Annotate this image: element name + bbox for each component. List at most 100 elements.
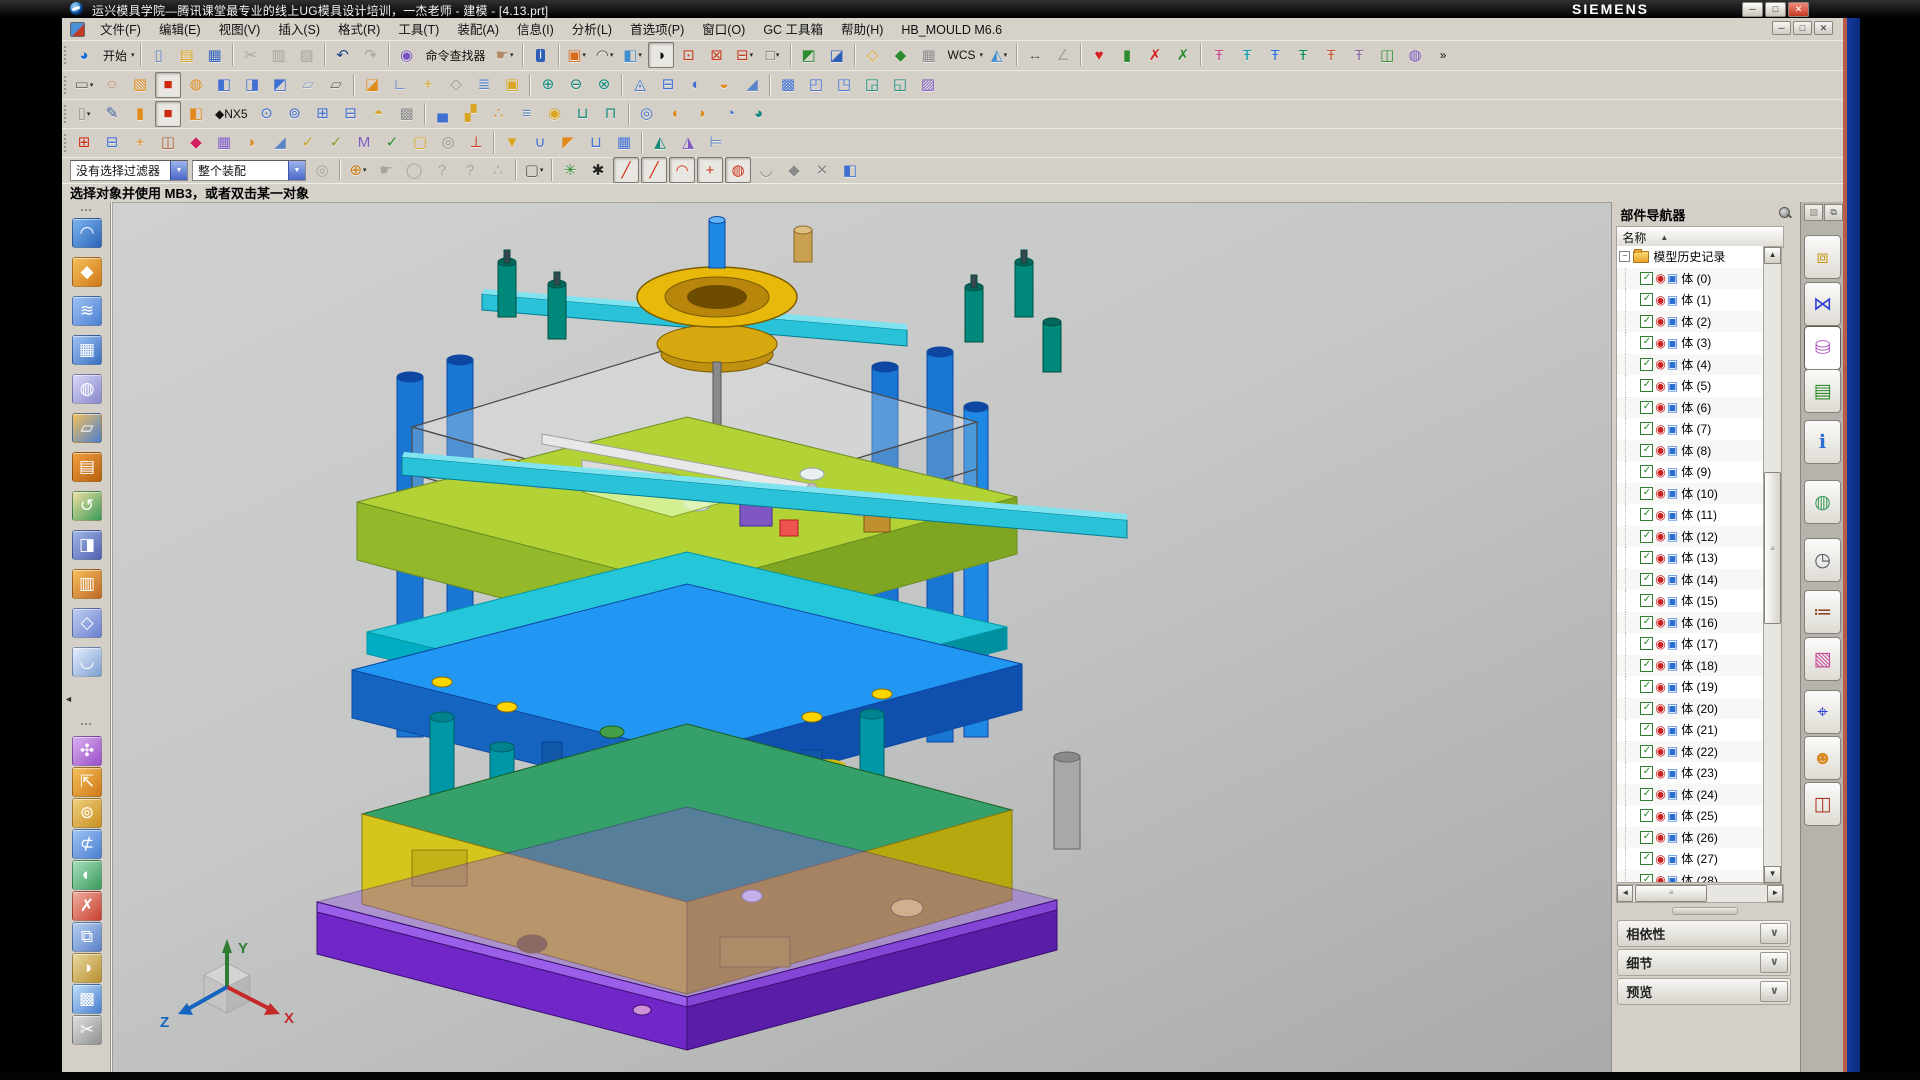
visualization-scene-tab[interactable]: ◫ [1804, 782, 1841, 826]
scroll-down-icon[interactable]: ▼ [1764, 866, 1781, 883]
split-body-button[interactable]: ⊟ [655, 72, 681, 98]
visibility-checkbox[interactable]: ✓ [1640, 594, 1653, 607]
show-component-button[interactable]: ◩ [796, 42, 822, 68]
slot-button[interactable]: ∟ [387, 72, 413, 98]
offset-surface-icon[interactable]: ▤ [72, 452, 102, 482]
visibility-checkbox[interactable]: ✓ [1640, 637, 1653, 650]
snap-quadrant-button[interactable]: ◆ [781, 157, 807, 183]
law-extension-icon[interactable]: ↺ [72, 491, 102, 521]
close-button[interactable]: ✕ [1788, 2, 1809, 17]
measure-distance-button[interactable]: ↔ [1022, 42, 1048, 68]
snap-midpoint-button[interactable]: ╱ [641, 157, 667, 183]
surface-mesh-icon[interactable]: ▥ [72, 569, 102, 599]
clip-check-button[interactable]: ✓ [323, 130, 349, 156]
child-minimize-button[interactable]: ─ [1772, 21, 1791, 35]
tree-item[interactable]: ✓◉▣体 (26) [1617, 827, 1766, 849]
command-finder-button[interactable]: 命令查找器 [422, 42, 490, 68]
resize-blend-icon[interactable]: ◐ [72, 860, 102, 890]
patch-button[interactable]: ◱ [887, 72, 913, 98]
mold-model[interactable] [112, 202, 1611, 1072]
round-pocket-button[interactable]: ◉ [542, 101, 568, 127]
assembly-navigator-tab[interactable]: ⧈ [1804, 235, 1841, 279]
visibility-checkbox[interactable]: ✓ [1640, 852, 1653, 865]
name-column-header[interactable]: 名称 ▲ [1616, 226, 1784, 248]
snap-center-button[interactable]: ◍ [725, 157, 751, 183]
vertical-scroll-thumb[interactable]: ≡ [1764, 472, 1781, 624]
roles-tab[interactable]: ☻ [1804, 736, 1841, 780]
tree-item[interactable]: ✓◉▣体 (24) [1617, 784, 1766, 806]
sphere-button[interactable]: ◍ [183, 72, 209, 98]
scroll-up-icon[interactable]: ▲ [1764, 247, 1781, 264]
tree-horizontal-scrollbar[interactable]: ◄ ≡ ► [1616, 884, 1784, 903]
history-tab[interactable]: ◷ [1804, 538, 1841, 582]
visibility-checkbox[interactable]: ✓ [1640, 616, 1653, 629]
tree-item[interactable]: ✓◉▣体 (8) [1617, 440, 1766, 462]
sheet-body-button[interactable]: ▱ [295, 72, 321, 98]
tree-item[interactable]: ✓◉▣体 (25) [1617, 805, 1766, 827]
undo-button[interactable]: ↶ [330, 42, 356, 68]
circle-box-button[interactable]: ◎ [435, 130, 461, 156]
visibility-checkbox[interactable]: ✓ [1640, 444, 1653, 457]
tree-item[interactable]: ✓◉▣体 (23) [1617, 762, 1766, 784]
visibility-checkbox[interactable]: ✓ [1640, 315, 1653, 328]
menu-item-4[interactable]: 插入(S) [269, 21, 329, 39]
rendering-style-button[interactable]: ◠▾ [592, 42, 618, 68]
toolbar-grip[interactable] [80, 722, 92, 727]
tree-item[interactable]: ✓◉▣体 (11) [1617, 504, 1766, 526]
menu-item-10[interactable]: 首选项(P) [621, 21, 693, 39]
dependencies-panel[interactable]: 相依性 ∨ [1617, 920, 1791, 947]
child-close-button[interactable]: ✕ [1814, 21, 1833, 35]
wireframe-datum-button[interactable]: ⊠ [704, 42, 730, 68]
tree-item[interactable]: ✓◉▣体 (22) [1617, 741, 1766, 763]
snap-point-button[interactable]: ⊕▾ [345, 157, 371, 183]
menu-item-3[interactable]: 视图(V) [210, 21, 270, 39]
selection-filter-combo[interactable]: 没有选择过滤器 ▼ [70, 160, 188, 181]
tree-item[interactable]: ✓◉▣体 (15) [1617, 590, 1766, 612]
measure-angle-button[interactable]: ∠ [1050, 42, 1076, 68]
tree-item[interactable]: ✓◉▣体 (12) [1617, 526, 1766, 548]
scatter-button[interactable]: ∴ [486, 101, 512, 127]
sweep-button[interactable]: ◩ [267, 72, 293, 98]
cube-tool-button[interactable]: ■ [155, 101, 181, 127]
check-gold-button[interactable]: ✓ [295, 130, 321, 156]
toolbar-grip[interactable] [80, 208, 92, 213]
graphics-viewport[interactable]: Y X Z [111, 202, 1611, 1072]
tree-item[interactable]: ✓◉▣体 (2) [1617, 311, 1766, 333]
wcs-button[interactable]: WCS▾ [944, 42, 985, 68]
datum-grid-button[interactable]: ▦ [916, 42, 942, 68]
tree-root-row[interactable]: −模型历史记录 [1617, 246, 1766, 268]
paste-button[interactable]: ▧ [294, 42, 320, 68]
lift-body-button[interactable]: ◭ [647, 130, 673, 156]
visibility-checkbox[interactable]: ✓ [1640, 702, 1653, 715]
visibility-checkbox[interactable]: ✓ [1640, 358, 1653, 371]
section-plane-button[interactable]: ◢ [267, 130, 293, 156]
find-object-button[interactable]: ◎ [309, 157, 335, 183]
menu-item-1[interactable]: 文件(F) [91, 21, 150, 39]
edit-section-icon[interactable]: ✂ [72, 1015, 102, 1045]
preview-panel[interactable]: 预览 ∨ [1617, 978, 1791, 1005]
isometric-view-button[interactable]: ◧▾ [620, 42, 646, 68]
info-window-button[interactable]: i [528, 42, 554, 68]
constraint-navigator-tab[interactable]: ⋈ [1804, 282, 1841, 326]
chevron-down-icon[interactable]: ∨ [1760, 923, 1788, 944]
tree-item[interactable]: ✓◉▣体 (7) [1617, 418, 1766, 440]
draft-button[interactable]: ◢ [739, 72, 765, 98]
offset-face-button[interactable]: ◔ [718, 101, 744, 127]
block-button[interactable]: ▧ [127, 72, 153, 98]
menu-item-2[interactable]: 编辑(E) [150, 21, 210, 39]
clamp-down-button[interactable]: ⊓ [598, 101, 624, 127]
new-sheet-button[interactable]: ▯▾ [71, 101, 97, 127]
save-button[interactable]: ▦ [202, 42, 228, 68]
menu-item-7[interactable]: 装配(A) [448, 21, 508, 39]
tree-item[interactable]: ✓◉▣体 (9) [1617, 461, 1766, 483]
stand-button[interactable]: ⊥ [463, 130, 489, 156]
menu-item-14[interactable]: HB_MOULD M6.6 [892, 21, 1011, 39]
rect-pocket-button[interactable]: ⊟ [338, 101, 364, 127]
visibility-checkbox[interactable]: ✓ [1640, 723, 1653, 736]
snap-all-button[interactable]: ✱ [585, 157, 611, 183]
pocket-insert-button[interactable]: ▼ [499, 130, 525, 156]
tree-item[interactable]: ✓◉▣体 (27) [1617, 848, 1766, 870]
half-datum-button[interactable]: ◧ [183, 101, 209, 127]
accept-mark-button[interactable]: ✗ [1170, 42, 1196, 68]
tree-item[interactable]: ✓◉▣体 (17) [1617, 633, 1766, 655]
